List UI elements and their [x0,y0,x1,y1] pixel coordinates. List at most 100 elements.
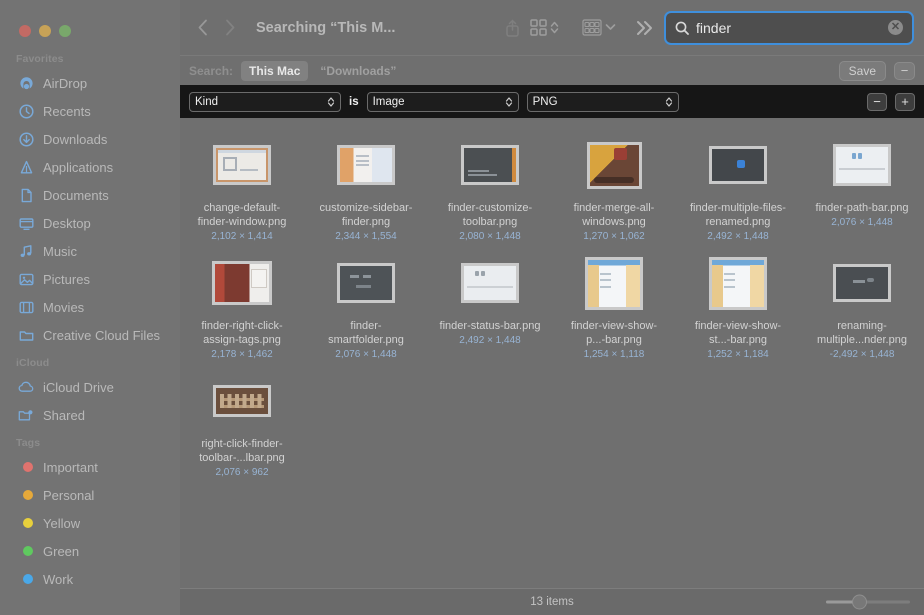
sidebar-item-yellow[interactable]: Yellow [0,509,180,537]
chevron-up-down-icon [550,20,559,35]
sidebar-item-green[interactable]: Green [0,537,180,565]
search-scope-label: Search: [189,64,233,78]
file-item[interactable]: finder-smartfolder.png2,076 × 1,448 [304,250,428,364]
sidebar-item-documents[interactable]: Documents [0,181,180,209]
file-dimensions: 1,254 × 1,118 [584,349,645,360]
group-items-icon [530,19,547,36]
file-dimensions: 2,102 × 1,414 [211,231,272,242]
view-options-button[interactable] [582,14,616,42]
file-dimensions: 2,076 × 962 [215,467,268,478]
sidebar-section-header: Tags [0,429,180,453]
slider-knob[interactable] [852,595,867,610]
pictures-icon [18,271,34,287]
remove-criteria-button[interactable]: − [867,93,887,111]
desktop-icon [18,215,34,231]
file-item[interactable]: finder-status-bar.png2,492 × 1,448 [428,250,552,364]
clear-search-button[interactable]: ✕ [888,20,903,35]
back-button[interactable] [188,14,216,42]
criteria-subtype-select[interactable]: PNG [527,92,679,112]
scope-downloads[interactable]: “Downloads” [316,61,400,81]
main-area: Searching “This M... [180,0,924,615]
file-dimensions: -2,492 × 1,448 [830,349,895,360]
file-item[interactable]: finder-view-show-st...-bar.png1,252 × 1,… [676,250,800,364]
add-criteria-button[interactable]: + [895,93,915,111]
search-input[interactable] [696,20,881,36]
airdrop-icon [18,75,34,91]
sidebar-item-movies[interactable]: Movies [0,293,180,321]
file-thumbnail [209,138,275,192]
sidebar-item-desktop[interactable]: Desktop [0,209,180,237]
thumbnail-image [213,145,271,185]
file-name: finder-path-bar.png [816,201,909,215]
file-item[interactable]: finder-customize-toolbar.png2,080 × 1,44… [428,132,552,246]
sidebar-item-music[interactable]: Music [0,237,180,265]
sidebar-item-label: Personal [43,488,94,503]
minimize-button[interactable] [39,25,51,37]
forward-button[interactable] [216,14,244,42]
search-icon [675,21,689,35]
group-items-button[interactable] [530,14,559,42]
scope-this-mac[interactable]: This Mac [241,61,308,81]
save-search-button[interactable]: Save [839,61,886,81]
sidebar-item-personal[interactable]: Personal [0,481,180,509]
sidebar-item-recents[interactable]: Recents [0,97,180,125]
sidebar-item-label: Documents [43,188,109,203]
thumbnail-image [585,257,643,310]
sidebar: Favorites AirDrop RecentsDownloadsApplicat… [0,0,180,615]
chevron-down-icon [605,22,616,34]
file-item[interactable]: finder-merge-all-windows.png1,270 × 1,06… [552,132,676,246]
file-item[interactable]: customize-sidebar-finder.png2,344 × 1,55… [304,132,428,246]
file-results-area[interactable]: change-default-finder-window.png2,102 × … [180,118,924,588]
icon-size-slider[interactable] [826,595,910,609]
zoom-button[interactable] [59,25,71,37]
search-scope-bar: Search: This Mac “Downloads” Save − [180,55,924,85]
sidebar-item-work[interactable]: Work [0,565,180,593]
file-item[interactable]: right-click-finder-toolbar-...lbar.png2,… [180,368,304,482]
file-dimensions: 2,080 × 1,448 [459,231,520,242]
file-item[interactable]: renaming-multiple...nder.png-2,492 × 1,4… [800,250,924,364]
file-name: finder-right-click-assign-tags.png [190,319,295,347]
sidebar-item-downloads[interactable]: Downloads [0,125,180,153]
file-thumbnail [705,256,771,310]
sidebar-item-label: Yellow [43,516,80,531]
file-thumbnail [457,138,523,192]
view-options-icon [582,19,602,36]
sidebar-item-icloud-drive[interactable]: iCloud Drive [0,373,180,401]
sidebar-item-shared[interactable]: Shared [0,401,180,429]
sidebar-item-applications[interactable]: Applications [0,153,180,181]
file-dimensions: 2,076 × 1,448 [831,217,892,228]
sidebar-item-label: Green [43,544,79,559]
movies-icon [18,299,34,315]
file-item[interactable]: finder-view-show-p...-bar.png 1,254 × 1,1… [552,250,676,364]
remove-scope-button[interactable]: − [894,62,915,80]
file-item[interactable]: finder-path-bar.png 2,076 × 1,448 [800,132,924,246]
sidebar-section-header: Favorites [0,45,180,69]
file-item[interactable]: change-default-finder-window.png2,102 × … [180,132,304,246]
share-button[interactable] [505,14,520,42]
file-thumbnail [581,256,647,310]
sidebar-item-creative-cloud-files[interactable]: Creative Cloud Files [0,321,180,349]
file-thumbnail [829,138,895,192]
sidebar-item-airdrop[interactable]: AirDrop [0,69,180,97]
sidebar-item-label: Music [43,244,77,259]
file-thumbnail [457,256,523,310]
toolbar-overflow-button[interactable] [635,14,655,42]
criteria-attribute-select[interactable]: Kind [189,92,341,112]
close-button[interactable] [19,25,31,37]
search-field[interactable]: ✕ [664,11,914,45]
file-item[interactable]: finder-multiple-files-renamed.png2,492 ×… [676,132,800,246]
file-item[interactable]: finder-right-click-assign-tags.png2,178 … [180,250,304,364]
thumbnail-image [337,145,395,185]
applications-icon [18,159,34,175]
file-name: finder-view-show-p...-bar.png [562,319,667,347]
criteria-value-select[interactable]: Image [367,92,519,112]
file-name: finder-status-bar.png [440,319,541,333]
sidebar-item-important[interactable]: Important [0,453,180,481]
chevron-up-down-icon [505,96,513,108]
folder-icon [18,327,34,343]
share-icon [505,19,520,37]
sidebar-item-label: Pictures [43,272,90,287]
sidebar-item-pictures[interactable]: Pictures [0,265,180,293]
sidebar-item-label: AirDrop [43,76,87,91]
file-dimensions: 2,076 × 1,448 [335,349,396,360]
